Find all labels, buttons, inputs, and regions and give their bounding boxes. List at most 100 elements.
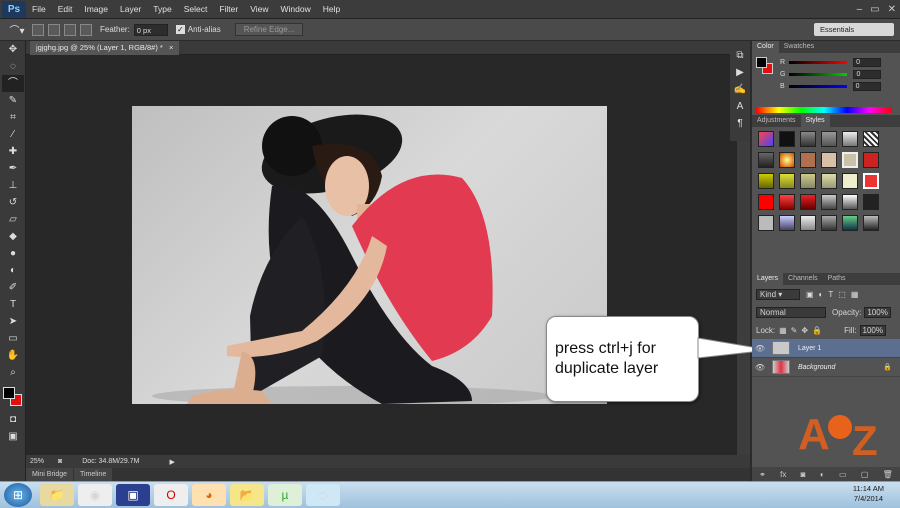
history-brush-icon[interactable]: ↺ [2, 194, 24, 211]
app-icon[interactable]: ▣ [116, 484, 150, 506]
actions-panel-icon[interactable]: ▶ [730, 64, 750, 81]
style-swatch[interactable] [800, 152, 816, 168]
menu-view[interactable]: View [244, 4, 274, 14]
utorrent-icon[interactable]: µ [268, 484, 302, 506]
history-panel-icon[interactable]: ⧉ [730, 47, 750, 64]
foreground-color[interactable] [3, 387, 15, 399]
style-swatch[interactable] [758, 173, 774, 189]
start-button[interactable]: ⊞ [4, 483, 32, 507]
brush-tool-icon[interactable]: ✒ [2, 160, 24, 177]
marquee-tool-icon[interactable]: ◌ [2, 58, 24, 75]
screen-mode-icon[interactable]: ▣ [2, 428, 24, 445]
blend-mode-select[interactable]: Normal [756, 306, 826, 318]
menu-file[interactable]: File [26, 4, 52, 14]
style-swatch[interactable] [779, 131, 795, 147]
style-swatch[interactable] [863, 215, 879, 231]
add-selection-icon[interactable] [48, 23, 60, 36]
new-selection-icon[interactable] [32, 23, 44, 36]
visibility-eye-icon[interactable]: 👁 [752, 344, 768, 353]
brush-panel-icon[interactable]: ✍ [730, 81, 750, 98]
r-slider[interactable] [789, 60, 848, 64]
close-icon[interactable]: ✕ [888, 4, 896, 15]
subtract-selection-icon[interactable] [64, 23, 76, 36]
color-fg-swatch[interactable] [756, 57, 767, 68]
quick-select-tool-icon[interactable]: ✎ [2, 92, 24, 109]
style-swatch[interactable] [863, 152, 879, 168]
style-swatch[interactable] [779, 215, 795, 231]
eyedropper-tool-icon[interactable]: ⁄ [2, 126, 24, 143]
style-swatch[interactable] [863, 173, 879, 189]
link-icon[interactable]: ⚭ [759, 470, 766, 479]
style-swatch[interactable] [821, 173, 837, 189]
r-value[interactable]: 0 [853, 57, 882, 67]
feather-input[interactable]: 0 px [133, 23, 168, 36]
clone-stamp-icon[interactable]: ⊥ [2, 177, 24, 194]
paint-bucket-icon[interactable]: ◆ [2, 228, 24, 245]
kind-filter-select[interactable]: Kind ▾ [756, 288, 800, 300]
layer-row-background[interactable]: 👁 Background 🔒 [752, 358, 900, 377]
color-swatches[interactable] [0, 385, 25, 411]
style-swatch[interactable] [842, 152, 858, 168]
filter-icons[interactable]: ▣◐T⬚▦ [806, 290, 863, 299]
fx-icon[interactable]: fx [780, 470, 786, 479]
hand-tool-icon[interactable]: ✋ [2, 347, 24, 364]
lock-icons[interactable]: ▦✎✥🔒 [779, 326, 826, 335]
tab-timeline[interactable]: Timeline [74, 468, 113, 481]
style-swatch[interactable] [779, 173, 795, 189]
style-swatch[interactable] [800, 131, 816, 147]
opera-icon[interactable]: O [154, 484, 188, 506]
style-swatch[interactable] [800, 194, 816, 210]
quick-mask-icon[interactable]: ◘ [2, 411, 24, 428]
style-swatch[interactable] [758, 215, 774, 231]
style-swatch[interactable] [779, 194, 795, 210]
zoom-tool-icon[interactable]: ⌕ [2, 364, 24, 381]
path-select-icon[interactable]: ➤ [2, 313, 24, 330]
healing-brush-icon[interactable]: ✚ [2, 143, 24, 160]
trash-icon[interactable]: 🗑 [883, 470, 893, 479]
style-swatch[interactable] [758, 194, 774, 210]
lasso-tool-icon[interactable]: ⌒ [2, 75, 24, 92]
new-layer-icon[interactable]: ▢ [861, 470, 869, 479]
move-tool-icon[interactable]: ✥ [2, 41, 24, 58]
style-swatch[interactable] [800, 215, 816, 231]
close-tab-icon[interactable]: × [169, 43, 173, 52]
zoom-level[interactable]: 25% [30, 458, 44, 465]
g-slider[interactable] [789, 72, 848, 76]
workspace-select[interactable]: Essentials [814, 23, 894, 36]
intersect-selection-icon[interactable] [80, 23, 92, 36]
tab-color[interactable]: Color [752, 41, 779, 53]
style-swatch[interactable] [842, 173, 858, 189]
tab-mini-bridge[interactable]: Mini Bridge [26, 468, 74, 481]
style-swatch[interactable] [758, 152, 774, 168]
tab-channels[interactable]: Channels [783, 273, 823, 285]
explorer-icon[interactable]: 📁 [40, 484, 74, 506]
style-swatch[interactable] [863, 194, 879, 210]
menu-edit[interactable]: Edit [52, 4, 79, 14]
tab-paths[interactable]: Paths [823, 273, 851, 285]
antialias-checkbox[interactable]: ✓ [175, 25, 185, 34]
refine-edge-button[interactable]: Refine Edge... [234, 23, 304, 36]
tab-swatches[interactable]: Swatches [779, 41, 819, 53]
style-swatch[interactable] [842, 131, 858, 147]
firefox-icon[interactable]: ◕ [192, 484, 226, 506]
folder-icon[interactable]: ▭ [839, 470, 847, 479]
style-swatch[interactable] [842, 194, 858, 210]
system-clock[interactable]: 11:14 AM 7/4/2014 [853, 484, 884, 504]
chrome-icon[interactable]: ◉ [78, 484, 112, 506]
b-slider[interactable] [788, 84, 847, 88]
style-swatch[interactable] [758, 131, 774, 147]
maximize-icon[interactable]: ▭ [870, 4, 879, 15]
eraser-tool-icon[interactable]: ▱ [2, 211, 24, 228]
folder-app-icon[interactable]: 📂 [230, 484, 264, 506]
pen-tool-icon[interactable]: ✐ [2, 279, 24, 296]
minimize-icon[interactable]: – [857, 4, 863, 15]
status-menu-icon[interactable]: ◙ [58, 458, 62, 465]
shape-tool-icon[interactable]: ▭ [2, 330, 24, 347]
app2-icon[interactable]: ◇ [306, 484, 340, 506]
style-swatch[interactable] [821, 152, 837, 168]
style-swatch[interactable] [821, 194, 837, 210]
menu-select[interactable]: Select [178, 4, 214, 14]
type-tool-icon[interactable]: T [2, 296, 24, 313]
document-image[interactable] [132, 106, 607, 404]
menu-window[interactable]: Window [274, 4, 316, 14]
